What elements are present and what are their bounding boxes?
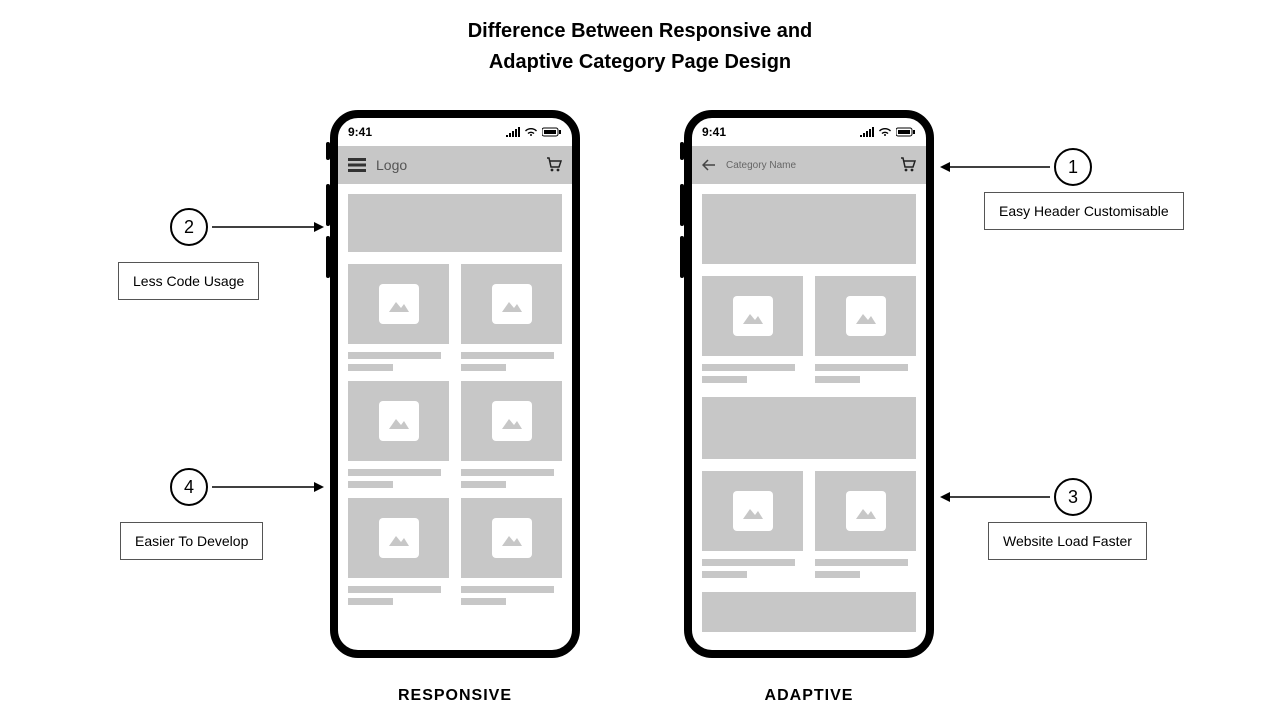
callout-4-number: 4: [170, 468, 208, 506]
title-line-1: Difference Between Responsive and: [0, 16, 1280, 47]
app-header: Category Name: [692, 146, 926, 184]
product-card[interactable]: [702, 471, 803, 578]
product-grid-2: [702, 471, 916, 578]
status-time: 9:41: [348, 125, 372, 139]
image-icon: [854, 501, 878, 521]
image-icon: [387, 294, 411, 314]
phone-responsive: 9:41 Logo: [330, 110, 580, 658]
status-bar: 9:41: [338, 118, 572, 146]
product-grid: [348, 264, 562, 605]
product-card[interactable]: [461, 264, 562, 371]
status-time: 9:41: [702, 125, 726, 139]
callout-3-arrow: [940, 490, 1050, 504]
status-icons: [506, 127, 562, 137]
content-area: [692, 184, 926, 632]
phone-left-label: RESPONSIVE: [330, 687, 580, 705]
image-icon: [741, 306, 765, 326]
category-name-text: Category Name: [726, 160, 796, 171]
callout-2-number: 2: [170, 208, 208, 246]
callout-3-number: 3: [1054, 478, 1092, 516]
callout-1-text: Easy Header Customisable: [984, 192, 1184, 230]
callout-2-text: Less Code Usage: [118, 262, 259, 300]
hamburger-icon[interactable]: [348, 158, 366, 172]
content-area: [338, 184, 572, 605]
status-icons: [860, 127, 916, 137]
battery-icon: [542, 127, 562, 137]
hero-banner: [348, 194, 562, 252]
product-card[interactable]: [461, 498, 562, 605]
image-icon: [500, 528, 524, 548]
phone-adaptive: 9:41 Category Name: [684, 110, 934, 658]
phone-right-label: ADAPTIVE: [684, 687, 934, 705]
app-header: Logo: [338, 146, 572, 184]
battery-icon: [896, 127, 916, 137]
image-icon: [500, 411, 524, 431]
product-card[interactable]: [348, 264, 449, 371]
signal-icon: [860, 127, 874, 137]
signal-icon: [506, 127, 520, 137]
status-bar: 9:41: [692, 118, 926, 146]
cart-icon[interactable]: [900, 157, 916, 173]
wifi-icon: [878, 127, 892, 137]
cart-icon[interactable]: [546, 157, 562, 173]
product-card[interactable]: [461, 381, 562, 488]
logo-text: Logo: [376, 157, 407, 173]
product-card[interactable]: [702, 276, 803, 383]
callout-3-text: Website Load Faster: [988, 522, 1147, 560]
product-card[interactable]: [348, 381, 449, 488]
diagram-title: Difference Between Responsive and Adapti…: [0, 16, 1280, 78]
promo-banner: [702, 397, 916, 459]
title-line-2: Adaptive Category Page Design: [0, 47, 1280, 78]
product-card[interactable]: [348, 498, 449, 605]
product-card[interactable]: [815, 276, 916, 383]
image-icon: [741, 501, 765, 521]
callout-1-number: 1: [1054, 148, 1092, 186]
callout-4-text: Easier To Develop: [120, 522, 263, 560]
callout-2-arrow: [212, 220, 324, 234]
image-icon: [854, 306, 878, 326]
product-grid: [702, 276, 916, 383]
image-icon: [387, 528, 411, 548]
product-card[interactable]: [815, 471, 916, 578]
image-icon: [500, 294, 524, 314]
hero-banner: [702, 194, 916, 264]
image-icon: [387, 411, 411, 431]
wifi-icon: [524, 127, 538, 137]
back-arrow-icon[interactable]: [702, 159, 716, 171]
callout-4-arrow: [212, 480, 324, 494]
callout-1-arrow: [940, 160, 1050, 174]
promo-banner-2: [702, 592, 916, 632]
